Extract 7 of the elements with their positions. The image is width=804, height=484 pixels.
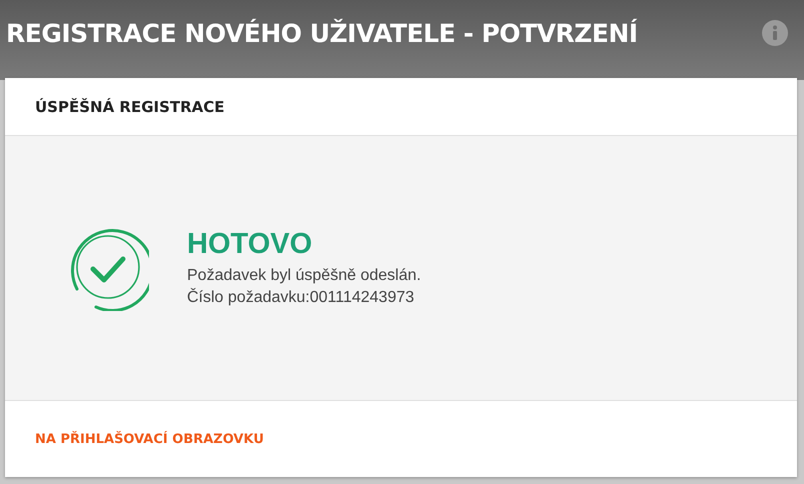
message-text: Číslo požadavku:001114243973	[187, 287, 416, 308]
info-icon[interactable]	[762, 20, 788, 46]
status-heading: HOTOVO	[187, 228, 314, 260]
card-title: ÚSPĚŠNÁ REGISTRACE	[35, 98, 225, 116]
login-screen-link[interactable]: NA PŘIHLAŠOVACÍ OBRAZOVKU	[35, 432, 264, 446]
message-text: Požadavek byl úspěšně odeslán.	[187, 266, 421, 286]
page-title: REGISTRACE NOVÉHO UŽIVATELE - POTVRZENÍ	[6, 18, 638, 48]
